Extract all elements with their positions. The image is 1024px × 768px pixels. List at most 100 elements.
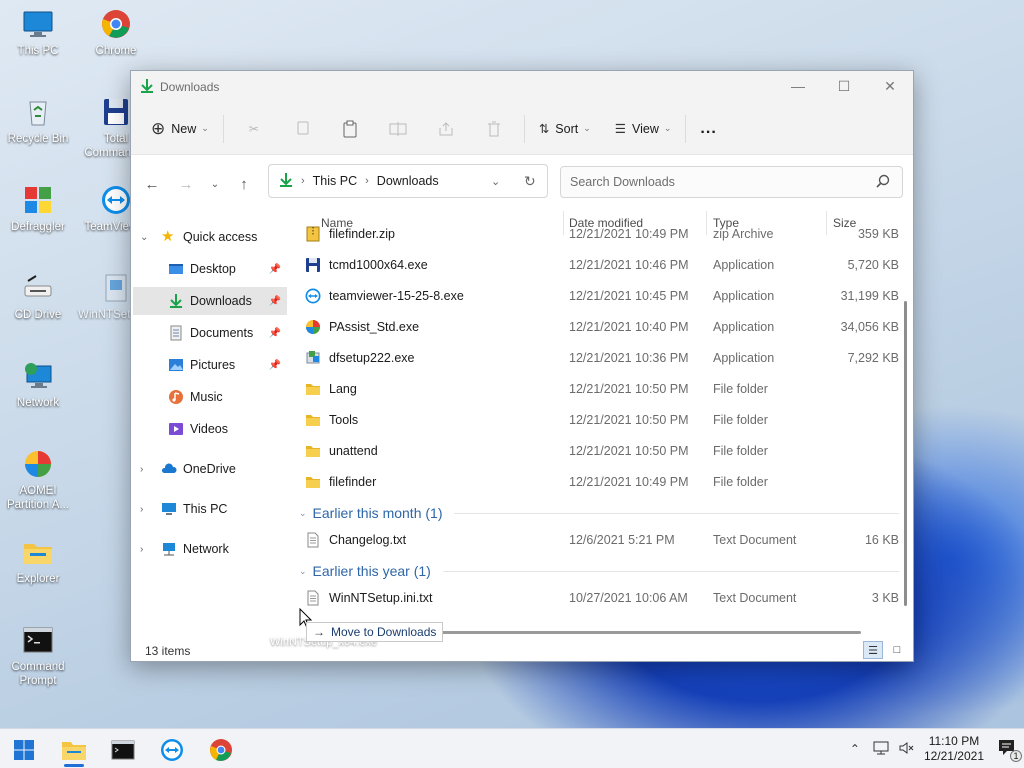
chevron-right-icon[interactable]: › (140, 464, 143, 475)
nav-music[interactable]: Music (133, 383, 287, 411)
file-row[interactable]: WinNTSetup.ini.txt 10/27/2021 10:06 AM Tex… (295, 583, 899, 614)
copy-button[interactable] (278, 112, 326, 146)
close-button[interactable]: ✕ (867, 71, 913, 101)
nav-this-pc[interactable]: › This PC (131, 495, 287, 523)
nav-videos[interactable]: Videos (133, 415, 287, 443)
folder-icon (22, 536, 54, 568)
file-type: Application (713, 258, 775, 272)
file-name: Changelog.txt (329, 533, 407, 547)
nav-network[interactable]: › Network (131, 535, 287, 563)
desktop-icon-cd-drive[interactable]: CD Drive (0, 272, 76, 322)
volume-muted-icon[interactable] (898, 740, 916, 759)
details-view-button[interactable]: ☰ (863, 641, 883, 659)
desktop-icon-recycle-bin[interactable]: Recycle Bin (0, 96, 76, 146)
file-size: 16 KB (864, 533, 899, 547)
desktop-icon-this-pc[interactable]: This PC (0, 8, 76, 58)
group-header[interactable]: ⌄ Earlier this month (1) (295, 500, 899, 526)
nav-label: Network (183, 542, 229, 556)
address-bar[interactable]: › This PC › Downloads ⌄ ↻ (268, 164, 548, 198)
show-hidden-icons-button[interactable]: ⌃ (850, 742, 860, 756)
network-status-icon[interactable] (872, 740, 890, 759)
up-button[interactable]: ↑ (227, 168, 261, 200)
desktop-icon-defraggler[interactable]: Defraggler (0, 184, 76, 234)
desktop-icon-label: Command Prompt (11, 661, 65, 687)
nav-onedrive[interactable]: › OneDrive (131, 455, 287, 483)
file-row[interactable]: tcmd1000x64.exe 12/21/2021 10:46 PM Applic… (295, 250, 899, 281)
nav-quick-access[interactable]: ⌄ ★ Quick access (131, 223, 287, 251)
chevron-down-icon[interactable]: ⌄ (140, 232, 148, 243)
back-button[interactable]: ← (135, 168, 169, 200)
vertical-scrollbar[interactable] (904, 301, 907, 606)
clock-time: 11:10 PM (928, 734, 980, 748)
cut-button[interactable]: ✂ (230, 112, 278, 146)
nav-desktop[interactable]: Desktop 📌 (133, 255, 287, 283)
horizontal-scrollbar[interactable] (441, 631, 861, 634)
command-bar: ⊕ New ⌄ ✂ ⇅ Sort ⌄ ☰ View ⌄ ... (131, 103, 913, 155)
forward-button[interactable]: → (169, 168, 203, 200)
nav-label: OneDrive (183, 462, 236, 476)
maximize-button[interactable]: ☐ (821, 71, 867, 101)
file-name: Lang (329, 382, 357, 396)
plus-icon: ⊕ (151, 118, 166, 138)
nav-pictures[interactable]: Pictures 📌 (133, 351, 287, 379)
nav-downloads[interactable]: Downloads 📌 (133, 287, 287, 315)
rename-button[interactable] (374, 112, 422, 146)
pin-icon: 📌 (268, 359, 281, 371)
sort-label: Sort (555, 121, 579, 136)
floppy-icon (100, 96, 132, 128)
delete-button[interactable] (470, 112, 518, 146)
refresh-button[interactable]: ↻ (524, 173, 536, 190)
nav-documents[interactable]: Documents 📌 (133, 319, 287, 347)
file-row[interactable]: Lang 12/21/2021 10:50 PM File folder (295, 374, 899, 405)
explorer-window: Downloads — ☐ ✕ ⊕ New ⌄ ✂ ⇅ Sort ⌄ ☰ Vie… (130, 70, 914, 662)
search-input[interactable]: Search Downloads (560, 166, 903, 198)
file-row[interactable]: unattend 12/21/2021 10:50 PM File folder (295, 436, 899, 467)
breadcrumb-this-pc[interactable]: This PC (313, 174, 357, 188)
download-arrow-icon (168, 293, 184, 309)
recent-locations-button[interactable]: ⌄ (203, 168, 227, 200)
notifications-button[interactable]: 1 (998, 739, 1022, 762)
file-row[interactable]: teamviewer-15-25-8.exe 12/21/2021 10:45 P… (295, 281, 899, 312)
desktop-icon-aomei[interactable]: AOMEI Partition A... (0, 448, 76, 512)
desktop-icon-command-prompt[interactable]: Command Prompt (0, 624, 76, 688)
file-row[interactable]: filefinder.zip 12/21/2021 10:49 PM zip Arc… (295, 219, 899, 250)
zip-icon (305, 226, 321, 242)
taskbar-chrome[interactable] (201, 733, 241, 767)
desktop-icon-chrome[interactable]: Chrome (78, 8, 154, 58)
taskbar-clock[interactable]: 11:10 PM 12/21/2021 (924, 734, 984, 764)
address-dropdown-button[interactable]: ⌄ (491, 175, 500, 188)
chevron-right-icon[interactable]: › (140, 544, 143, 555)
music-icon (168, 389, 184, 405)
chevron-down-icon: ⌄ (583, 123, 591, 133)
file-row[interactable]: dfsetup222.exe 12/21/2021 10:36 PM Applica… (295, 343, 899, 374)
file-row[interactable]: PAssist_Std.exe 12/21/2021 10:40 PM Applic… (295, 312, 899, 343)
taskbar-teamviewer[interactable] (152, 733, 192, 767)
nav-label: This PC (183, 502, 228, 516)
notification-badge: 1 (1010, 749, 1022, 762)
move-arrow-icon: → (313, 625, 325, 639)
sort-button[interactable]: ⇅ Sort ⌄ (531, 112, 599, 146)
file-row[interactable]: Tools 12/21/2021 10:50 PM File folder (295, 405, 899, 436)
file-row[interactable]: Changelog.txt 12/6/2021 5:21 PM Text Docum… (295, 525, 899, 556)
taskbar-command-prompt[interactable] (103, 733, 143, 767)
file-row[interactable]: filefinder 12/21/2021 10:49 PM File folder (295, 467, 899, 498)
floppy-app-icon (305, 257, 321, 273)
new-button[interactable]: ⊕ New ⌄ (143, 112, 217, 146)
view-button[interactable]: ☰ View ⌄ (607, 112, 680, 146)
paste-button[interactable] (326, 112, 374, 146)
desktop-icon-explorer[interactable]: Explorer (0, 536, 76, 586)
file-date: 12/21/2021 10:49 PM (569, 227, 689, 241)
file-type: Application (713, 320, 775, 334)
breadcrumb-downloads[interactable]: Downloads (377, 174, 439, 188)
desktop-icon-network[interactable]: Network (0, 360, 76, 410)
taskbar-file-explorer[interactable] (54, 733, 94, 767)
group-header[interactable]: ⌄ Earlier this year (1) (295, 558, 899, 584)
tiles-view-button[interactable]: □ (887, 641, 907, 659)
minimize-button[interactable]: — (775, 71, 821, 101)
chevron-right-icon[interactable]: › (140, 504, 143, 515)
start-button[interactable] (4, 733, 44, 767)
network-icon (161, 541, 177, 557)
more-options-button[interactable]: ... (692, 112, 724, 146)
file-date: 12/21/2021 10:46 PM (569, 258, 689, 272)
share-button[interactable] (422, 112, 470, 146)
